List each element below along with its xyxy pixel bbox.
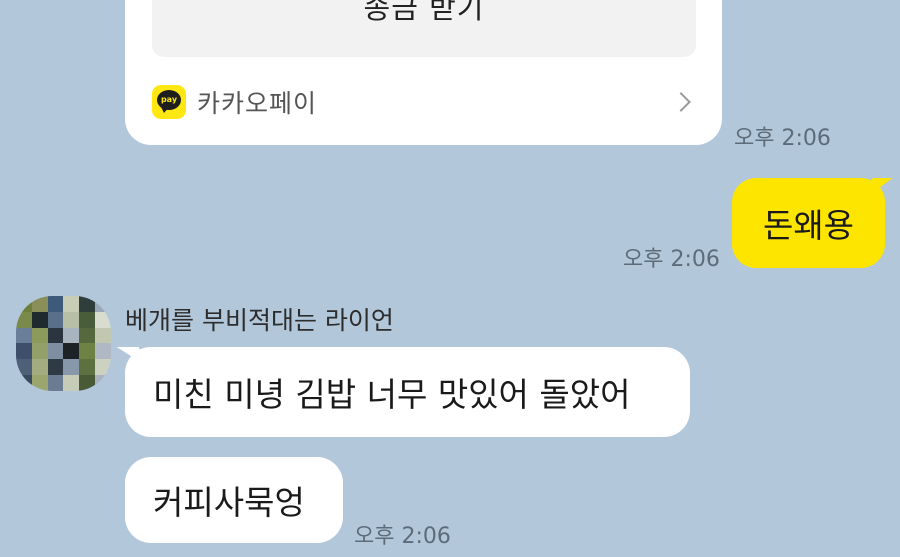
- receive-money-label: 송금 받기: [363, 0, 485, 25]
- incoming-message-bubble[interactable]: 커피사묵엉: [125, 457, 343, 543]
- incoming-message-bubble[interactable]: 미친 미녕 김밥 너무 맛있어 돌았어: [116, 347, 690, 437]
- receive-money-button[interactable]: 송금 받기: [152, 0, 696, 57]
- kakaopay-card[interactable]: 송금 받기 pay 카카오페이: [125, 0, 722, 145]
- message-time: 오후 2:06: [623, 247, 720, 272]
- kakaopay-service-name: 카카오페이: [197, 89, 318, 118]
- kakaopay-logo-icon: pay: [152, 85, 186, 119]
- chevron-right-icon[interactable]: [671, 92, 691, 112]
- kakaopay-footer[interactable]: pay 카카오페이: [152, 82, 696, 122]
- my-message-bubble[interactable]: 돈왜용: [732, 178, 893, 268]
- message-time: 오후 2:06: [354, 524, 451, 549]
- message-text: 돈왜용: [762, 206, 855, 245]
- message-time: 오후 2:06: [734, 126, 831, 151]
- message-text: 커피사묵엉: [153, 483, 305, 522]
- profile-avatar[interactable]: [16, 296, 111, 391]
- message-text: 미친 미녕 김밥 너무 맛있어 돌았어: [153, 375, 631, 414]
- bubble-tail: [116, 347, 146, 365]
- sender-name[interactable]: 베개를 부비적대는 라이언: [125, 301, 394, 337]
- bubble-tail: [865, 178, 893, 198]
